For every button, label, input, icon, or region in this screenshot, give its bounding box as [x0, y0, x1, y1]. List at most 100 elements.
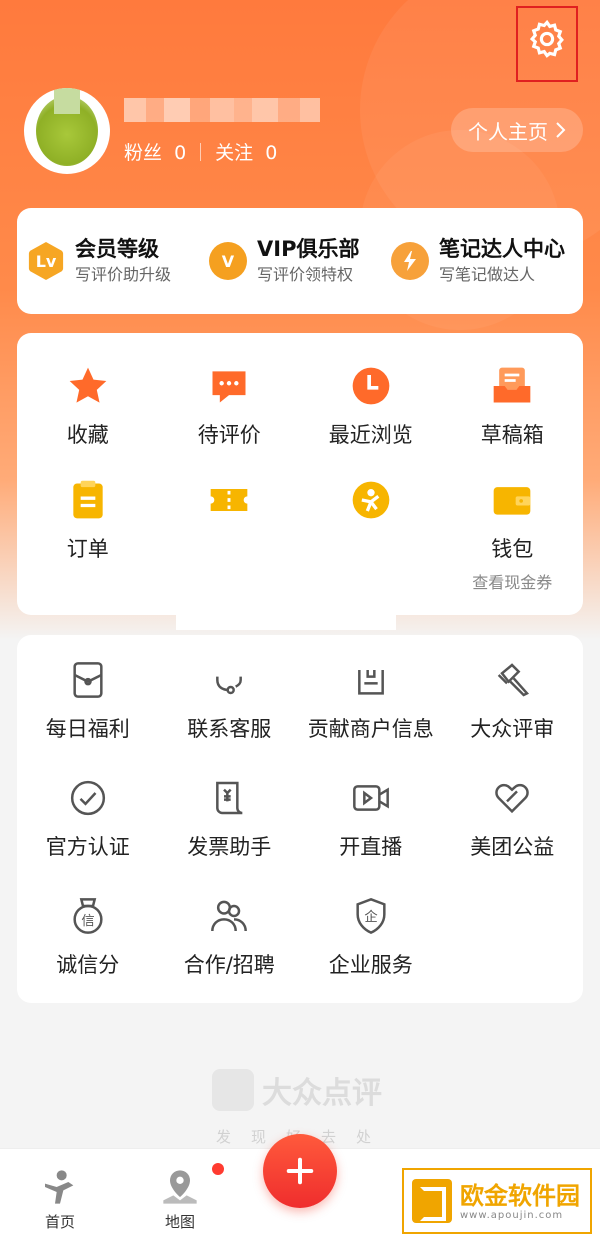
item-label: 开直播 [339, 835, 403, 859]
tab-home[interactable]: 首页 [40, 1167, 80, 1232]
plus-icon [286, 1157, 314, 1185]
official-verification-item[interactable]: 官方认证 [17, 773, 159, 861]
wallet-icon [487, 475, 537, 525]
star-icon [63, 361, 113, 411]
publish-button[interactable] [263, 1134, 337, 1208]
item-label: 合作/招聘 [183, 953, 275, 977]
credit-badge-icon: 信 [63, 891, 113, 941]
pending-review-item[interactable]: 待评价 [159, 361, 301, 449]
watermark-title: 欧金软件园 [460, 1181, 580, 1210]
notification-dot [212, 1163, 224, 1175]
invoice-icon [204, 773, 254, 823]
fans-stat[interactable]: 粉丝 0 [124, 138, 186, 165]
cooperation-recruit-item[interactable]: 合作/招聘 [159, 891, 301, 979]
item-label: 收藏 [66, 423, 109, 447]
follow-count: 0 [265, 142, 278, 164]
dianping-logo-icon [212, 1069, 254, 1111]
comment-icon [204, 361, 254, 411]
map-pin-icon [163, 1170, 197, 1204]
fans-label: 粉丝 [124, 142, 163, 164]
start-live-item[interactable]: 开直播 [300, 773, 442, 861]
member-subtitle: 写笔记做达人 [439, 265, 536, 284]
member-title: 笔记达人中心 [439, 237, 565, 261]
item-label: 企业服务 [328, 953, 413, 977]
item-label: 最近浏览 [328, 423, 413, 447]
follow-label: 关注 [215, 142, 254, 164]
more-services-card: 每日福利 联系客服 贡献商户信息 大众评审 官方认证 发票助手 开直播 美团公益… [17, 635, 583, 1003]
wallet-item[interactable]: 钱包 查看现金券 [442, 475, 584, 593]
note-expert-item[interactable]: 笔记达人中心 写笔记做达人 [391, 235, 573, 287]
item-label: 草稿箱 [480, 423, 544, 447]
credit-score-item[interactable]: 信 诚信分 [17, 891, 159, 979]
draft-box-icon [487, 361, 537, 411]
daily-benefits-item[interactable]: 每日福利 [17, 655, 159, 743]
points-icon [346, 475, 396, 525]
watermark-logo-icon [412, 1179, 452, 1223]
customer-service-item[interactable]: 联系客服 [159, 655, 301, 743]
meituan-charity-item[interactable]: 美团公益 [442, 773, 584, 861]
site-watermark: 欧金软件园 www.apoujin.com [402, 1168, 592, 1234]
personal-homepage-button[interactable]: 个人主页 [451, 108, 583, 152]
item-label: 官方认证 [45, 835, 130, 859]
watermark-url: www.apoujin.com [460, 1209, 564, 1221]
member-subtitle: 写评价助升级 [75, 265, 172, 284]
brand-name: 大众点评 [262, 1076, 382, 1111]
video-camera-icon [346, 773, 396, 823]
item-label: 发票助手 [187, 835, 272, 859]
member-title: VIP俱乐部 [257, 237, 360, 261]
headset-icon [204, 655, 254, 705]
item-label: 贡献商户信息 [307, 717, 434, 741]
divider [200, 142, 202, 161]
coupon-icon [204, 475, 254, 525]
contribute-shop-item[interactable]: 贡献商户信息 [300, 655, 442, 743]
item-sublabel: 查看现金券 [472, 573, 553, 592]
order-icon [63, 475, 113, 525]
home-person-icon [45, 1170, 74, 1204]
homepage-label: 个人主页 [468, 119, 548, 144]
item-label: 联系客服 [187, 717, 272, 741]
member-level-item[interactable]: Lv 会员等级 写评价助升级 [27, 235, 209, 287]
people-icon [204, 891, 254, 941]
lightbulb-badge-icon [391, 242, 429, 280]
tab-label: 首页 [44, 1213, 75, 1231]
fans-count: 0 [174, 142, 187, 164]
favorites-item[interactable]: 收藏 [17, 361, 159, 449]
item-label: 美团公益 [470, 835, 555, 859]
public-review-item[interactable]: 大众评审 [442, 655, 584, 743]
enterprise-service-item[interactable]: 企 企业服务 [300, 891, 442, 979]
item-label: 订单 [66, 537, 109, 561]
settings-button[interactable] [516, 6, 578, 82]
item-label: 诚信分 [56, 953, 120, 977]
clock-icon [346, 361, 396, 411]
check-circle-icon [63, 773, 113, 823]
follow-stat[interactable]: 关注 0 [215, 138, 277, 165]
username-blurred [124, 98, 324, 122]
gear-icon [529, 19, 564, 58]
invoice-assistant-item[interactable]: 发票助手 [159, 773, 301, 861]
orders-item[interactable]: 订单 [17, 475, 159, 593]
tab-label: 地图 [164, 1213, 195, 1231]
enterprise-shield-icon: 企 [346, 891, 396, 941]
item-label: 每日福利 [45, 717, 130, 741]
shop-icon [346, 655, 396, 705]
item-label: 待评价 [197, 423, 261, 447]
chevron-right-icon [556, 122, 566, 138]
svg-text:企: 企 [364, 908, 377, 925]
charity-heart-icon [487, 773, 537, 823]
tab-map[interactable]: 地图 [160, 1167, 200, 1232]
red-envelope-icon [63, 655, 113, 705]
vip-badge-icon: V [209, 242, 247, 280]
follow-stats: 粉丝 0 关注 0 [124, 138, 277, 165]
recent-browse-item[interactable]: 最近浏览 [300, 361, 442, 449]
item-label: 大众评审 [470, 717, 555, 741]
level-badge-icon: Lv [28, 242, 64, 280]
item-label: 钱包 [491, 537, 534, 561]
svg-text:信: 信 [81, 913, 94, 929]
vip-club-item[interactable]: V VIP俱乐部 写评价领特权 [209, 235, 391, 287]
overlay-panel [176, 530, 396, 630]
drafts-item[interactable]: 草稿箱 [442, 361, 584, 449]
membership-card: Lv 会员等级 写评价助升级 V VIP俱乐部 写评价领特权 笔记达人中心 写笔… [17, 208, 583, 314]
gavel-icon [487, 655, 537, 705]
member-title: 会员等级 [75, 237, 159, 261]
avatar[interactable] [24, 88, 110, 174]
